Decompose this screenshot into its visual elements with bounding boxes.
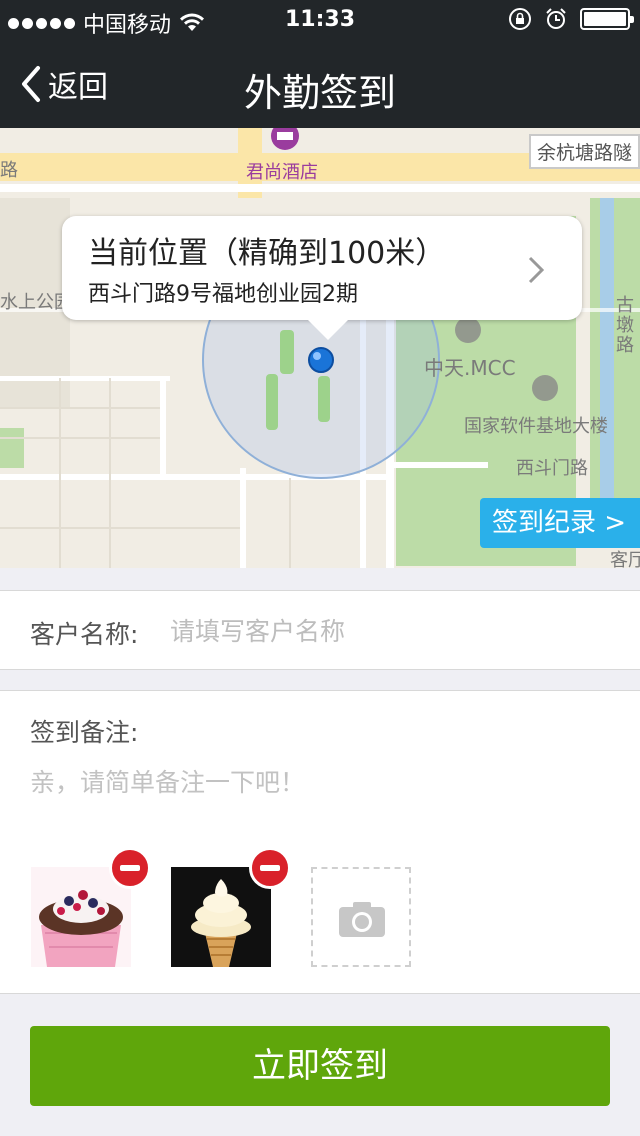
map-label-road-xidoumen: 西斗门路 [516,458,588,479]
client-name-label: 客户名称: [30,620,139,649]
map-road-sign: 余杭塘路隧 [528,134,640,169]
current-location-callout[interactable]: 当前位置（精确到100米） 西斗门路9号福地创业园2期 [62,216,582,340]
remove-photo-1-button[interactable] [109,847,151,889]
map-view[interactable]: 君尚酒店 余杭塘路隧 路 水上公园 中天.MCC 国家软件基地大楼 西斗门路 古… [0,128,640,568]
check-in-records-button[interactable]: 签到纪录 > [480,498,640,548]
battery-icon [580,8,634,30]
photo-thumbnail-2[interactable] [171,847,291,967]
rotation-lock-icon [509,8,531,30]
navigation-bar: 返回 外勤签到 [0,40,640,128]
location-address: 西斗门路9号福地创业园2期 [88,282,358,307]
map-label-software-base: 国家软件基地大楼 [464,416,608,437]
camera-icon [339,902,385,937]
status-right [508,7,634,31]
page-title: 外勤签到 [243,71,396,115]
location-title: 当前位置（精确到100米） [88,236,446,271]
remove-photo-2-button[interactable] [249,847,291,889]
client-name-input[interactable] [170,609,610,653]
alarm-clock-icon [546,8,566,29]
photo-thumbnail-1[interactable] [31,847,151,967]
status-bar: 中国移动 11:33 [0,0,640,40]
notes-label: 签到备注: [30,718,139,747]
map-label-mcc: 中天.MCC [424,356,516,380]
map-label-road: 路 [0,160,18,181]
map-label-bottom-right: 客厅 [610,550,640,568]
chevron-right-icon [528,256,544,284]
notes-section: 签到备注: [0,690,640,994]
map-label-road-vertical: 古墩路 [616,295,634,356]
add-photo-button[interactable] [311,867,411,967]
notes-input[interactable] [30,763,610,823]
map-label-hotel: 君尚酒店 [246,162,318,183]
check-in-submit-button[interactable]: 立即签到 [30,1026,610,1106]
client-name-row: 客户名称: [0,590,640,670]
